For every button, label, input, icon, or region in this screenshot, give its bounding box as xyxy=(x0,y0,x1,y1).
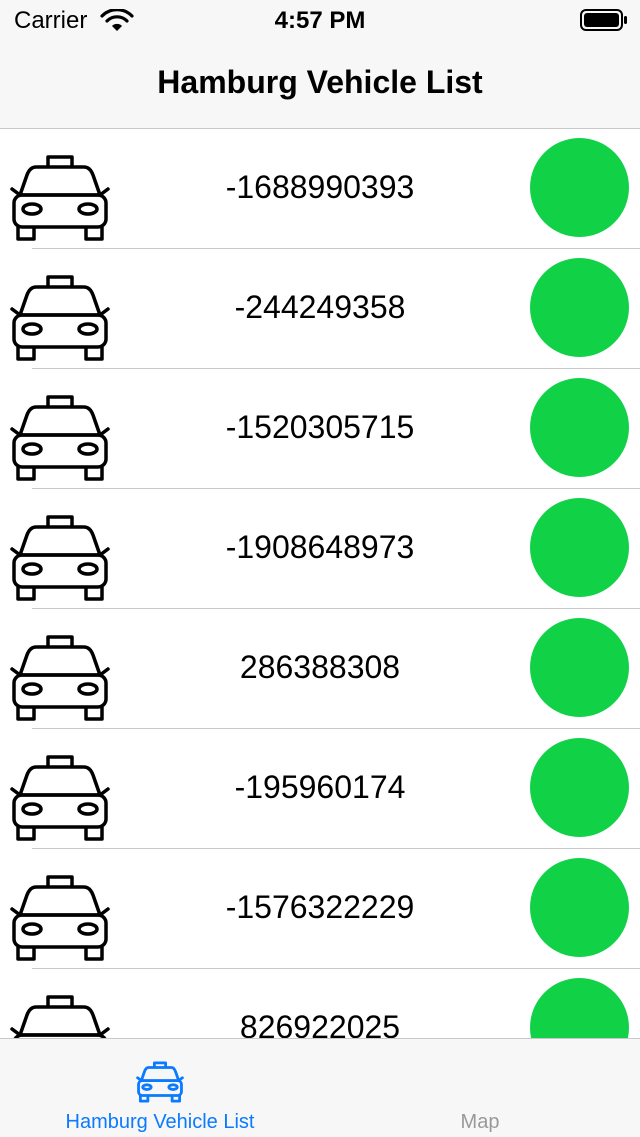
status-dot xyxy=(530,618,629,717)
vehicle-id: 826922025 xyxy=(239,1009,401,1038)
vehicle-row[interactable]: 826922025 xyxy=(0,969,640,1038)
vehicle-row[interactable]: -1688990393 xyxy=(0,129,640,249)
vehicle-id: -1908648973 xyxy=(225,529,415,565)
status-dot xyxy=(530,738,629,837)
taxi-icon xyxy=(10,275,110,361)
taxi-icon xyxy=(10,515,110,601)
navigation-bar: Hamburg Vehicle List xyxy=(0,40,640,129)
vehicle-row[interactable]: -1576322229 xyxy=(0,849,640,969)
taxi-icon xyxy=(136,1061,184,1103)
vehicle-id: 286388308 xyxy=(239,649,401,685)
status-dot xyxy=(530,258,629,357)
tab-hamburg-vehicle-list[interactable]: Hamburg Vehicle List xyxy=(0,1039,320,1137)
status-bar: Carrier 4:57 PM xyxy=(0,0,640,40)
taxi-icon xyxy=(10,155,110,241)
taxi-icon xyxy=(10,395,110,481)
vehicle-id: -1688990393 xyxy=(225,169,415,205)
status-dot xyxy=(530,978,629,1038)
clock: 4:57 PM xyxy=(274,7,366,34)
tab-label: Map xyxy=(460,1111,500,1133)
status-dot xyxy=(530,138,629,237)
vehicle-row[interactable]: 286388308 xyxy=(0,609,640,729)
taxi-icon xyxy=(10,995,110,1038)
tab-bar: Hamburg Vehicle List Map xyxy=(0,1038,640,1137)
status-dot xyxy=(530,858,629,957)
tab-label: Hamburg Vehicle List xyxy=(65,1111,255,1133)
status-dot xyxy=(530,378,629,477)
vehicle-row[interactable]: -1908648973 xyxy=(0,489,640,609)
battery-icon xyxy=(580,9,627,31)
vehicle-row[interactable]: -244249358 xyxy=(0,249,640,369)
taxi-icon xyxy=(10,635,110,721)
tab-map[interactable]: Map xyxy=(320,1039,640,1137)
vehicle-id: -1520305715 xyxy=(225,409,415,445)
vehicle-id: -244249358 xyxy=(234,289,406,325)
vehicle-row[interactable]: -1520305715 xyxy=(0,369,640,489)
taxi-icon xyxy=(10,755,110,841)
status-dot xyxy=(530,498,629,597)
vehicle-id: -195960174 xyxy=(234,769,406,805)
vehicle-row[interactable]: -195960174 xyxy=(0,729,640,849)
page-title: Hamburg Vehicle List xyxy=(157,64,483,100)
taxi-icon xyxy=(10,875,110,961)
vehicle-id: -1576322229 xyxy=(225,889,415,925)
vehicle-list[interactable]: -1688990393 -244249358 -1520305715 -1908… xyxy=(0,129,640,1038)
